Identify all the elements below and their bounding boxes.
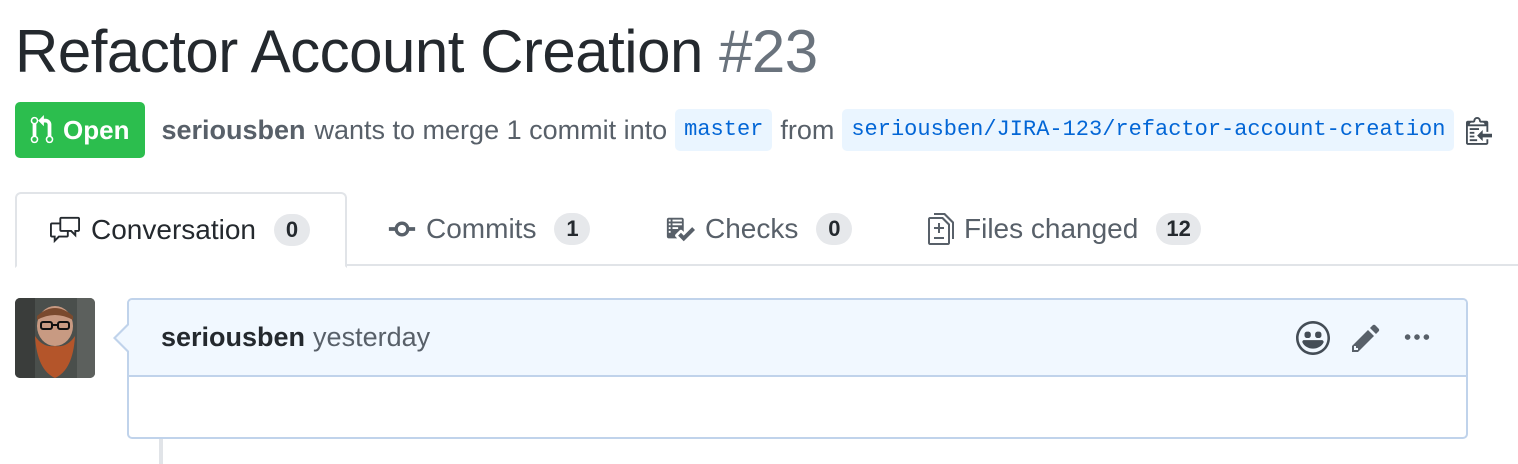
comment-pointer-fill bbox=[116, 324, 130, 352]
tab-files-changed-label: Files changed bbox=[964, 213, 1139, 244]
smiley-icon[interactable] bbox=[1296, 320, 1330, 355]
tab-checks-label: Checks bbox=[705, 213, 799, 244]
avatar[interactable] bbox=[15, 298, 95, 378]
tab-files-changed[interactable]: Files changed 12 bbox=[928, 192, 1201, 266]
tab-commits-label: Commits bbox=[426, 213, 537, 244]
base-branch[interactable]: master bbox=[675, 109, 773, 151]
merge-text: wants to merge 1 commit into bbox=[314, 114, 668, 145]
state-label: Open bbox=[63, 114, 130, 145]
comment-timestamp[interactable]: yesterday bbox=[313, 322, 430, 353]
checklist-icon bbox=[666, 217, 695, 242]
tab-checks[interactable]: Checks 0 bbox=[665, 192, 853, 266]
pr-meta-row: Open seriousben wants to merge 1 commit … bbox=[15, 102, 1493, 158]
tab-commits-count: 1 bbox=[554, 213, 591, 245]
pr-number: #23 bbox=[719, 18, 818, 85]
pull-request-page: Refactor Account Creation #23 Open serio… bbox=[0, 0, 1518, 464]
state-badge: Open bbox=[15, 102, 146, 158]
pencil-icon[interactable] bbox=[1352, 322, 1380, 354]
timeline-line bbox=[159, 438, 163, 464]
tab-commits[interactable]: Commits 1 bbox=[388, 192, 591, 266]
comment-box: seriousben yesterday bbox=[127, 298, 1468, 439]
pr-title-text: Refactor Account Creation bbox=[15, 18, 703, 85]
tab-conversation-label: Conversation bbox=[91, 214, 256, 245]
kebab-horizontal-icon[interactable] bbox=[1402, 323, 1432, 353]
pr-tabnav: Conversation 0 Commits 1 Checks 0 Files … bbox=[15, 192, 1518, 268]
clipboard-icon[interactable] bbox=[1466, 115, 1493, 145]
comment-header: seriousben yesterday bbox=[129, 300, 1466, 377]
tab-conversation[interactable]: Conversation 0 bbox=[15, 192, 347, 268]
git-pull-request-icon bbox=[30, 115, 54, 144]
merge-summary: seriousben wants to merge 1 commit into … bbox=[161, 109, 1493, 151]
diff-icon bbox=[928, 213, 954, 245]
tab-conversation-count: 0 bbox=[273, 214, 310, 246]
comment-actions bbox=[1274, 320, 1432, 355]
page-title: Refactor Account Creation #23 bbox=[15, 14, 818, 90]
comment-body bbox=[129, 377, 1466, 435]
from-text: from bbox=[780, 114, 835, 145]
author-link[interactable]: seriousben bbox=[161, 115, 305, 146]
head-branch[interactable]: seriousben/JIRA-123/refactor-account-cre… bbox=[842, 109, 1455, 151]
comment-author-link[interactable]: seriousben bbox=[161, 322, 305, 353]
git-commit-icon bbox=[388, 221, 416, 237]
comment-discussion-icon bbox=[50, 216, 80, 244]
tab-checks-count: 0 bbox=[816, 213, 853, 245]
tab-files-changed-count: 12 bbox=[1156, 213, 1201, 245]
